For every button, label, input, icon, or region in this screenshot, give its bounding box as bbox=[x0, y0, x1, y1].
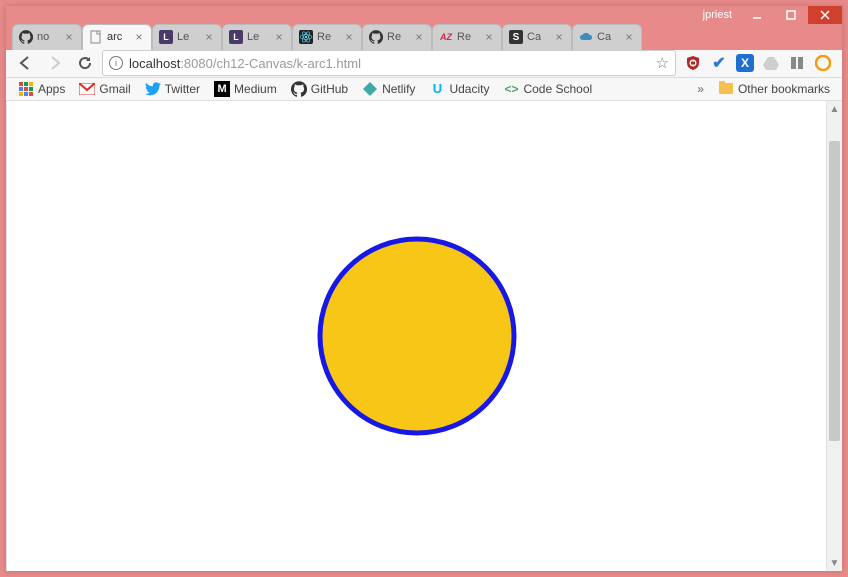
site-info-icon[interactable]: i bbox=[109, 56, 123, 70]
scroll-down-icon[interactable]: ▼ bbox=[827, 555, 842, 571]
site-icon: S bbox=[509, 30, 523, 44]
bookmark-label: Gmail bbox=[99, 82, 130, 96]
site-icon: L bbox=[229, 30, 243, 44]
canvas-circle bbox=[320, 239, 514, 433]
bookmark-label: Code School bbox=[523, 82, 592, 96]
tab-0[interactable]: no × bbox=[12, 24, 82, 50]
arrow-right-icon bbox=[46, 54, 64, 72]
drive-extension-icon[interactable] bbox=[762, 54, 780, 72]
extension-icon-x[interactable]: X bbox=[736, 54, 754, 72]
page-icon bbox=[89, 30, 103, 44]
github-icon bbox=[369, 30, 383, 44]
tab-strip: no × arc × L Le × L Le × Re × Re × bbox=[6, 24, 842, 50]
tab-label: Re bbox=[317, 31, 339, 43]
udacity-icon: U bbox=[429, 81, 445, 97]
back-button[interactable] bbox=[12, 50, 38, 76]
window-titlebar: jpriest bbox=[6, 6, 842, 24]
tab-close-icon[interactable]: × bbox=[413, 31, 425, 43]
bookmark-other[interactable]: Other bookmarks bbox=[714, 79, 834, 99]
tab-label: Re bbox=[387, 31, 409, 43]
bookmark-label: Apps bbox=[38, 82, 65, 96]
tab-6[interactable]: AZ Re × bbox=[432, 24, 502, 50]
bookmarks-bar: Apps Gmail Twitter M Medium GitHub Netli… bbox=[6, 78, 842, 101]
netlify-icon bbox=[362, 81, 378, 97]
window-close-button[interactable] bbox=[808, 6, 842, 24]
extension-icon-v[interactable]: ✔ bbox=[710, 54, 728, 72]
site-icon: AZ bbox=[439, 30, 453, 44]
extension-icon-circle[interactable] bbox=[814, 54, 832, 72]
forward-button[interactable] bbox=[42, 50, 68, 76]
codeschool-icon: <> bbox=[503, 81, 519, 97]
tab-label: Le bbox=[177, 31, 199, 43]
extension-icons: ✔ X bbox=[680, 54, 836, 72]
apps-icon bbox=[18, 81, 34, 97]
tab-3[interactable]: L Le × bbox=[222, 24, 292, 50]
tab-close-icon[interactable]: × bbox=[623, 31, 635, 43]
tab-close-icon[interactable]: × bbox=[483, 31, 495, 43]
bookmark-medium[interactable]: M Medium bbox=[210, 79, 281, 99]
window-user-label: jpriest bbox=[695, 6, 740, 24]
bookmark-gmail[interactable]: Gmail bbox=[75, 79, 134, 99]
tab-label: arc bbox=[107, 31, 129, 43]
github-icon bbox=[291, 81, 307, 97]
bookmark-codeschool[interactable]: <> Code School bbox=[499, 79, 596, 99]
react-icon bbox=[299, 30, 313, 44]
tab-2[interactable]: L Le × bbox=[152, 24, 222, 50]
medium-icon: M bbox=[214, 81, 230, 97]
tab-5[interactable]: Re × bbox=[362, 24, 432, 50]
tab-4[interactable]: Re × bbox=[292, 24, 362, 50]
tab-close-icon[interactable]: × bbox=[343, 31, 355, 43]
tab-close-icon[interactable]: × bbox=[553, 31, 565, 43]
reload-button[interactable] bbox=[72, 50, 98, 76]
scroll-up-icon[interactable]: ▲ bbox=[827, 101, 842, 117]
canvas-drawing bbox=[7, 101, 825, 571]
bookmark-label: GitHub bbox=[311, 82, 348, 96]
tab-close-icon[interactable]: × bbox=[63, 31, 75, 43]
scrollbar-thumb[interactable] bbox=[829, 141, 840, 441]
tab-label: no bbox=[37, 31, 59, 43]
site-icon: L bbox=[159, 30, 173, 44]
url-text: localhost:8080/ch12-Canvas/k-arc1.html bbox=[129, 56, 650, 71]
tab-8[interactable]: Ca × bbox=[572, 24, 642, 50]
bookmark-apps[interactable]: Apps bbox=[14, 79, 69, 99]
tab-label: Ca bbox=[527, 31, 549, 43]
bookmark-label: Twitter bbox=[165, 82, 200, 96]
cloud-icon bbox=[579, 30, 593, 44]
ublock-extension-icon[interactable] bbox=[684, 54, 702, 72]
twitter-icon bbox=[145, 81, 161, 97]
tab-7[interactable]: S Ca × bbox=[502, 24, 572, 50]
minimize-icon bbox=[751, 9, 763, 21]
tab-close-icon[interactable]: × bbox=[273, 31, 285, 43]
bookmark-label: Other bookmarks bbox=[738, 82, 830, 96]
address-bar[interactable]: i localhost:8080/ch12-Canvas/k-arc1.html… bbox=[102, 50, 676, 76]
page-content bbox=[6, 101, 826, 571]
bookmark-udacity[interactable]: U Udacity bbox=[425, 79, 493, 99]
tab-close-icon[interactable]: × bbox=[133, 31, 145, 43]
bookmark-label: Netlify bbox=[382, 82, 415, 96]
reload-icon bbox=[77, 55, 93, 71]
tab-1[interactable]: arc × bbox=[82, 24, 152, 50]
github-icon bbox=[19, 30, 33, 44]
bookmark-twitter[interactable]: Twitter bbox=[141, 79, 204, 99]
bookmark-label: Udacity bbox=[449, 82, 489, 96]
toolbar: i localhost:8080/ch12-Canvas/k-arc1.html… bbox=[6, 50, 842, 78]
vertical-scrollbar[interactable]: ▲ ▼ bbox=[826, 101, 842, 571]
window-maximize-button[interactable] bbox=[774, 6, 808, 24]
window-minimize-button[interactable] bbox=[740, 6, 774, 24]
arrow-left-icon bbox=[16, 54, 34, 72]
maximize-icon bbox=[785, 9, 797, 21]
bookmark-github[interactable]: GitHub bbox=[287, 79, 352, 99]
bookmark-star-icon[interactable]: ☆ bbox=[656, 54, 669, 72]
bookmark-label: Medium bbox=[234, 82, 277, 96]
tab-label: Ca bbox=[597, 31, 619, 43]
extension-icon-panels[interactable] bbox=[788, 54, 806, 72]
bookmark-overflow[interactable]: » bbox=[693, 80, 708, 98]
tab-label: Re bbox=[457, 31, 479, 43]
gmail-icon bbox=[79, 81, 95, 97]
tab-close-icon[interactable]: × bbox=[203, 31, 215, 43]
close-icon bbox=[819, 9, 831, 21]
tab-label: Le bbox=[247, 31, 269, 43]
folder-icon bbox=[718, 81, 734, 97]
bookmark-netlify[interactable]: Netlify bbox=[358, 79, 419, 99]
